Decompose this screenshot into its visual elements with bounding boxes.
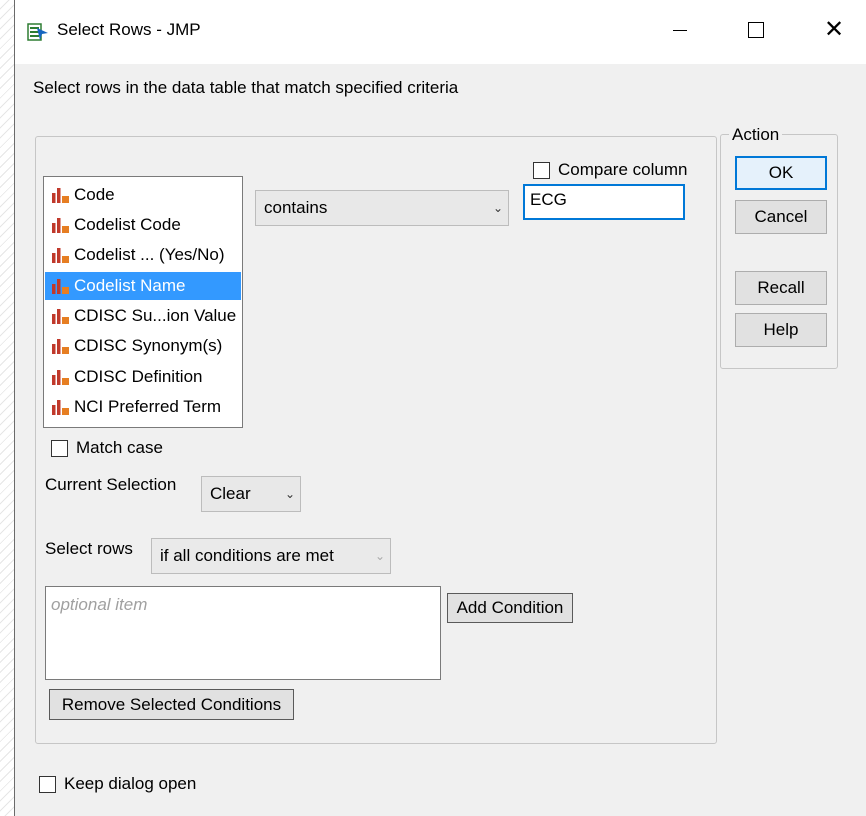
cancel-button[interactable]: Cancel — [735, 200, 827, 234]
keep-dialog-open-label: Keep dialog open — [64, 774, 197, 793]
continuous-column-icon — [52, 247, 69, 263]
maximize-icon — [748, 22, 764, 38]
continuous-column-icon — [52, 217, 69, 233]
match-value-input[interactable] — [523, 184, 685, 220]
current-selection-label: Current Selection — [45, 475, 177, 494]
minimize-icon — [673, 29, 687, 31]
dialog-description: Select rows in the data table that match… — [33, 78, 459, 97]
add-condition-button[interactable]: Add Condition — [447, 593, 573, 623]
jmp-select-rows-icon — [27, 23, 48, 41]
chevron-down-icon: ⌄ — [492, 201, 504, 215]
list-item-selected[interactable]: Codelist Name — [45, 272, 241, 300]
select-rows-label: Select rows — [45, 539, 133, 558]
match-case-checkbox-box[interactable] — [51, 439, 68, 457]
conditions-list[interactable]: optional item — [45, 586, 441, 680]
column-label: CDISC Synonym(s) — [74, 336, 223, 355]
column-label: CDISC Su...ion Value — [74, 306, 237, 325]
list-item[interactable]: Code — [45, 181, 241, 209]
column-label: Codelist ... (Yes/No) — [74, 245, 225, 264]
list-item[interactable]: CDISC Synonym(s) — [45, 332, 241, 360]
continuous-column-icon — [52, 338, 69, 354]
list-item[interactable]: Codelist Code — [45, 211, 241, 239]
close-icon: ✕ — [823, 16, 845, 43]
current-selection-dropdown[interactable]: Clear ⌄ — [201, 476, 301, 512]
chevron-down-icon: ⌄ — [374, 549, 386, 563]
match-case-label: Match case — [76, 438, 163, 457]
keep-dialog-open-checkbox[interactable]: Keep dialog open — [39, 774, 196, 794]
list-item[interactable]: CDISC Definition — [45, 363, 241, 391]
list-item[interactable]: CDISC Su...ion Value — [45, 302, 241, 330]
title-bar: Select Rows - JMP ✕ — [15, 0, 866, 64]
select-rows-dropdown[interactable]: if all conditions are met ⌄ — [151, 538, 391, 574]
ok-button[interactable]: OK — [735, 156, 827, 190]
window-title: Select Rows - JMP — [57, 20, 201, 39]
list-item[interactable]: Codelist ... (Yes/No) — [45, 241, 241, 269]
conditions-placeholder: optional item — [51, 595, 148, 614]
current-selection-value: Clear — [210, 484, 251, 503]
select-rows-dialog: Select Rows - JMP ✕ Select rows in the d… — [14, 0, 866, 816]
continuous-column-icon — [52, 187, 69, 203]
help-button[interactable]: Help — [735, 313, 827, 347]
keep-dialog-open-checkbox-box[interactable] — [39, 775, 56, 793]
continuous-column-icon — [52, 399, 69, 415]
column-label: Codelist Code — [74, 215, 181, 234]
select-rows-value: if all conditions are met — [160, 546, 334, 565]
column-label: Code — [74, 185, 115, 204]
continuous-column-icon — [52, 278, 69, 294]
compare-column-checkbox[interactable]: Compare column — [533, 160, 687, 180]
compare-column-checkbox-box[interactable] — [533, 161, 550, 179]
remove-selected-conditions-button[interactable]: Remove Selected Conditions — [49, 689, 294, 720]
operator-dropdown[interactable]: contains ⌄ — [255, 190, 509, 226]
column-label: CDISC Definition — [74, 367, 203, 386]
operator-value: contains — [264, 198, 328, 217]
close-button[interactable]: ✕ — [811, 10, 857, 50]
minimize-button[interactable] — [657, 10, 703, 50]
column-label: Codelist Name — [74, 276, 186, 295]
continuous-column-icon — [52, 369, 69, 385]
column-list[interactable]: Code Codelist Code Codelist ... (Yes/No)… — [43, 176, 243, 428]
maximize-button[interactable] — [733, 10, 779, 50]
column-label: NCI Preferred Term — [74, 397, 222, 416]
list-item[interactable]: NCI Preferred Term — [45, 393, 241, 421]
continuous-column-icon — [52, 308, 69, 324]
recall-button[interactable]: Recall — [735, 271, 827, 305]
action-group-label: Action — [729, 125, 783, 145]
compare-column-label: Compare column — [558, 160, 688, 179]
match-case-checkbox[interactable]: Match case — [51, 438, 163, 458]
chevron-down-icon: ⌄ — [284, 487, 296, 501]
